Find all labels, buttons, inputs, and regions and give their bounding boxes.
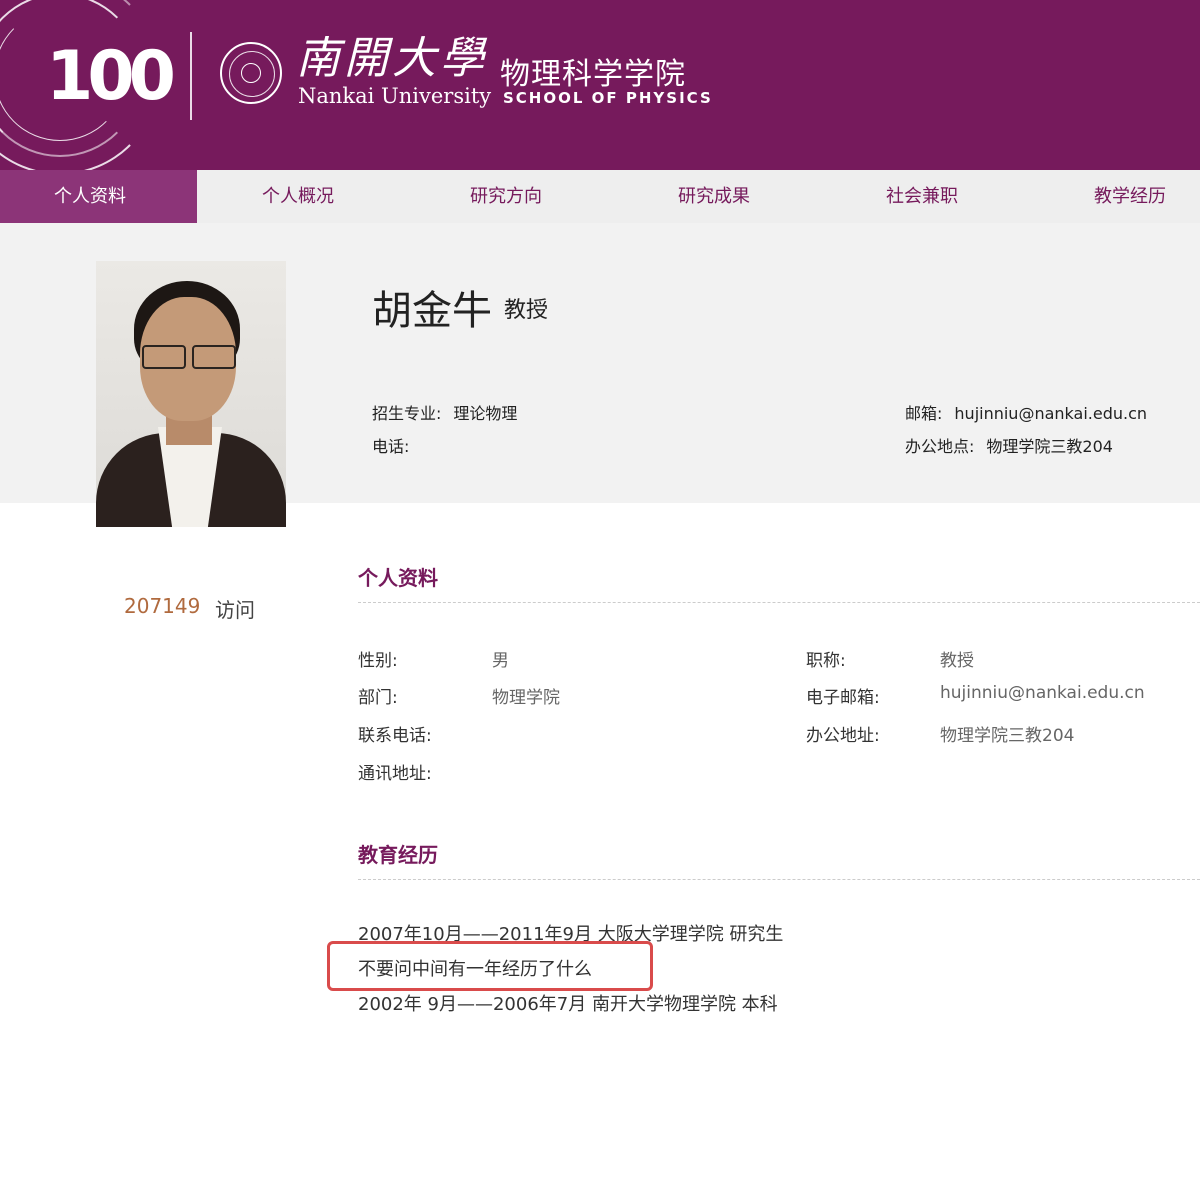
- phone-row: 电话:: [372, 433, 421, 457]
- nav-item-research-results[interactable]: 研究成果: [678, 170, 750, 223]
- nav-item-teaching[interactable]: 教学经历: [1094, 170, 1166, 223]
- email-value[interactable]: hujinniu@nankai.edu.cn: [954, 404, 1147, 423]
- office-row: 办公地点: 物理学院三教204: [905, 433, 1113, 457]
- email-label: 邮箱:: [905, 404, 943, 423]
- office-address-value: 物理学院三教204: [940, 726, 1075, 746]
- major-value: 理论物理: [453, 404, 518, 423]
- section-divider: [358, 602, 1200, 603]
- mail-address-label: 通讯地址:: [358, 764, 432, 784]
- phone-label: 电话:: [372, 437, 410, 456]
- profile-photo: [96, 261, 286, 527]
- centennial-logo[interactable]: 100: [0, 0, 176, 170]
- profile-name: 胡金牛: [372, 288, 492, 334]
- school-name-en[interactable]: SCHOOL OF PHYSICS: [503, 89, 713, 107]
- dept-label: 部门:: [358, 688, 398, 708]
- email-value-detail[interactable]: hujinniu@nankai.edu.cn: [940, 683, 1145, 703]
- university-name-en[interactable]: Nankai University: [298, 84, 491, 108]
- position-label: 职称:: [806, 651, 846, 671]
- section-title-personal-info: 个人资料: [358, 566, 438, 590]
- major-label: 招生专业:: [372, 404, 442, 423]
- nav-item-research-direction[interactable]: 研究方向: [470, 170, 542, 223]
- school-name-cn[interactable]: 物理科学学院: [500, 49, 686, 93]
- gender-value: 男: [492, 651, 509, 671]
- nav-item-personal-info[interactable]: 个人资料: [0, 170, 197, 223]
- nav-item-overview[interactable]: 个人概况: [262, 170, 334, 223]
- centennial-number: 100: [46, 37, 176, 116]
- university-seal-icon[interactable]: [220, 42, 282, 104]
- header-divider: [190, 32, 192, 120]
- site-header: 100 南開大學 Nankai University 物理科学学院 SCHOOL…: [0, 0, 1200, 170]
- university-name-cn[interactable]: 南開大學: [296, 22, 488, 86]
- section-divider: [358, 879, 1200, 880]
- office-value: 物理学院三教204: [986, 437, 1113, 456]
- education-entry: 2002年 9月——2006年7月 南开大学物理学院 本科: [358, 994, 778, 1015]
- visit-label: 访问: [215, 598, 255, 622]
- profile-title: 教授: [504, 298, 549, 323]
- highlight-annotation-box: [327, 941, 653, 991]
- office-address-label: 办公地址:: [806, 726, 880, 746]
- major-row: 招生专业: 理论物理: [372, 400, 517, 424]
- position-value: 教授: [940, 651, 974, 671]
- section-title-education: 教育经历: [358, 843, 438, 867]
- gender-label: 性别:: [358, 651, 398, 671]
- nav-item-social-roles[interactable]: 社会兼职: [886, 170, 958, 223]
- main-nav: 个人资料 个人概况 研究方向 研究成果 社会兼职 教学经历: [0, 170, 1200, 223]
- office-label: 办公地点:: [905, 437, 975, 456]
- visit-count: 207149: [124, 594, 201, 618]
- email-label-detail: 电子邮箱:: [806, 688, 880, 708]
- dept-value: 物理学院: [492, 688, 560, 708]
- contact-phone-label: 联系电话:: [358, 726, 432, 746]
- email-row: 邮箱: hujinniu@nankai.edu.cn: [905, 400, 1147, 424]
